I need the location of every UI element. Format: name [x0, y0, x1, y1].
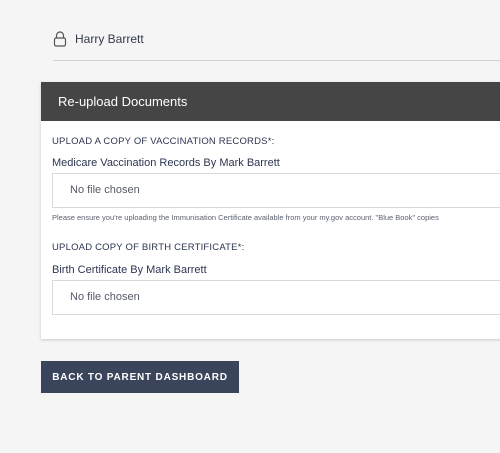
user-name: Harry Barrett	[75, 32, 144, 46]
divider	[53, 60, 500, 61]
vaccination-document-title: Medicare Vaccination Records By Mark Bar…	[52, 157, 280, 169]
birth-certificate-document-title: Birth Certificate By Mark Barrett	[52, 264, 207, 276]
vaccination-help-text: Please ensure you're uploading the Immun…	[52, 213, 439, 222]
back-to-dashboard-button[interactable]: BACK TO PARENT DASHBOARD	[41, 361, 239, 393]
vaccination-file-input[interactable]: No file chosen	[52, 173, 500, 208]
birth-certificate-section-label: UPLOAD COPY OF BIRTH CERTIFICATE*:	[52, 242, 245, 253]
reupload-card: Re-upload Documents UPLOAD A COPY OF VAC…	[41, 82, 500, 339]
card-title: Re-upload Documents	[41, 82, 500, 121]
lock-icon	[53, 31, 67, 47]
birth-certificate-file-input[interactable]: No file chosen	[52, 280, 500, 315]
user-info: Harry Barrett	[53, 28, 144, 50]
vaccination-section-label: UPLOAD A COPY OF VACCINATION RECORDS*:	[52, 136, 275, 147]
